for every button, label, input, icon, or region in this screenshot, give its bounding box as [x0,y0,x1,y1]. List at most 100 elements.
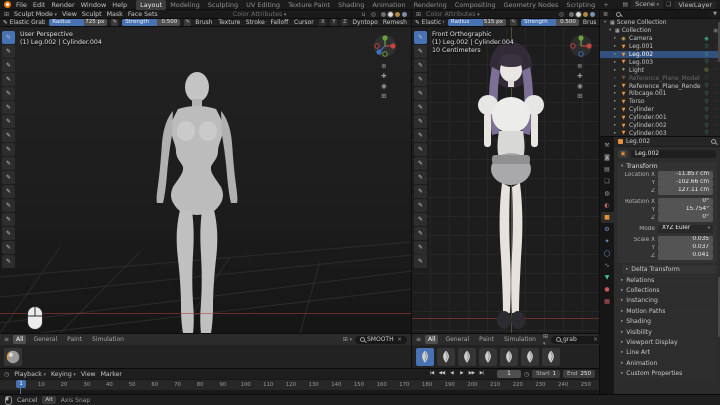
sculpt-tool-button[interactable] [414,129,427,142]
playback-button[interactable]: ▶▶ [467,370,476,378]
sculpt-tool-button[interactable] [414,115,427,128]
scene-selector[interactable]: Scene [631,0,664,9]
outliner-item[interactable]: ▸ Leg.003 ◦ [600,58,720,66]
sculpt-tool-button[interactable] [2,129,15,142]
brush-thumbnail[interactable] [437,348,455,366]
sculpt-tool-button[interactable] [2,87,15,100]
color-attributes-selector[interactable]: Color Attributes [426,11,480,18]
active-brush-selector[interactable]: Elastic Grab [415,19,444,26]
property-section-header[interactable]: ▸ Animation [617,358,717,368]
sculpt-tool-button[interactable] [2,185,15,198]
outliner-search-input[interactable] [611,10,711,18]
sculpt-tool-button[interactable] [2,199,15,212]
expand-icon[interactable]: ▸ [614,60,618,65]
falloff-menu[interactable]: Falloff [271,19,291,26]
playback-button[interactable]: ◀◀ [437,370,446,378]
brush-menu[interactable]: Brush [195,19,214,26]
shelf-tab[interactable]: Paint [476,335,497,344]
timeline-ruler[interactable]: 10 20 30 40 50 60 70 80 90 100 110 120 130 140 150 160 1… [0,379,599,390]
facesets-menu[interactable]: Face Sets [128,11,158,18]
playhead[interactable]: 1 [16,380,26,388]
keying-menu[interactable]: Keying [51,371,76,378]
solid-shading-icon[interactable] [387,10,394,18]
blender-logo-icon[interactable] [4,1,11,8]
sculpt-tool-button[interactable] [414,255,427,268]
sculpt-tool-button[interactable] [414,31,427,44]
sculpt-tool-button[interactable] [2,115,15,128]
shelf-menu-icon[interactable]: ≡ [416,336,421,343]
workspace-tab[interactable]: UV Editing [242,0,284,10]
property-section-header[interactable]: ▸ Delta Transform [622,265,717,275]
marker-menu[interactable]: Marker [101,371,122,378]
move-view-icon[interactable]: ✚ [381,73,386,80]
brush-search-input[interactable]: grab × [551,335,603,344]
render-visibility-icon[interactable]: ◦ [712,83,718,89]
radius-slider[interactable]: Radius 725 px [49,19,108,26]
object-dropdown-icon[interactable]: ▣ [618,150,628,158]
playback-button[interactable]: ▶ [457,370,466,378]
properties-tab[interactable]: ◍ [601,188,614,199]
clear-search-icon[interactable]: × [593,336,598,343]
brush-thumbnail[interactable] [416,348,434,366]
property-section-header[interactable]: ▸ Instancing [617,296,717,306]
solid-shading-icon[interactable] [575,10,582,18]
render-visibility-icon[interactable]: ◦ [712,67,718,73]
brush-thumbnail[interactable] [479,348,497,366]
properties-tab[interactable]: ∿ [601,260,614,271]
shelf-tab[interactable]: Simulation [501,335,539,344]
outliner-item[interactable]: ▸ Leg.001 ◦ [600,43,720,51]
rendered-shading-icon[interactable] [402,11,407,17]
outliner-item[interactable]: ▸ Reference_Plane_Render ◦ [600,82,720,90]
expand-icon[interactable]: ▸ [614,115,618,120]
value-field[interactable]: -11.857 cm [658,171,713,179]
value-field[interactable]: 0° [658,198,713,206]
editor-type-icon[interactable]: ≣ [603,11,608,18]
outliner-item[interactable]: ▸ Cylinder ◦ [600,106,720,114]
property-section-header[interactable]: ▸ Relations [617,275,717,285]
value-field[interactable]: XYZ Euler [658,225,713,233]
strength-edit-icon[interactable]: ✎ [184,19,192,26]
radius-slider[interactable]: Radius 515 px [447,19,506,26]
wireframe-shading-icon[interactable] [569,11,574,17]
outliner-item[interactable]: ▸ Cylinder.001 ◦ [600,114,720,122]
snap-icon[interactable]: ∪ [361,11,365,18]
properties-tab[interactable]: ⚙ [601,224,614,235]
workspace-tab[interactable]: + [599,0,612,10]
sculpt-tool-button[interactable] [2,143,15,156]
sculpt-tool-button[interactable] [2,157,15,170]
radius-edit-icon[interactable]: ✎ [509,19,517,26]
outliner-item[interactable]: ▸ Leg.002 ◦ [600,50,720,59]
zoom-icon[interactable]: ⊕ [577,63,582,70]
properties-tab[interactable]: ■ [600,212,614,223]
brush-menu[interactable]: Brush [583,19,596,26]
ortho-toggle-icon[interactable]: ⊞ [381,93,386,100]
strength-slider[interactable]: Strength 0.500 [520,19,579,26]
properties-tab[interactable]: ◐ [601,200,614,211]
workspace-tab[interactable]: Modeling [166,0,204,10]
ortho-toggle-icon[interactable]: ⊞ [577,93,582,100]
property-section-header[interactable]: ▸ Line Art [617,348,717,358]
viewport-left[interactable]: User Perspective (1) Leg.002 | Cylinder.… [0,27,412,333]
cursor-menu[interactable]: Cursor [294,19,315,26]
sculpt-tool-button[interactable] [414,101,427,114]
workspace-tab[interactable]: Layout [136,0,167,10]
render-visibility-icon[interactable]: ◦ [712,123,718,129]
end-frame-field[interactable]: End 250 [563,370,595,378]
expand-icon[interactable]: ▸ [614,91,618,96]
symmetry-y-button[interactable]: Y [330,19,338,26]
render-visibility-icon[interactable]: ◦ [712,99,718,105]
workspace-tab[interactable]: Sculpting [204,0,242,10]
mask-menu[interactable]: Mask [107,11,123,18]
workspace-tab[interactable]: Texture Paint [284,0,334,10]
radius-edit-icon[interactable]: ✎ [111,19,119,26]
clear-search-icon[interactable]: × [397,336,402,343]
editor-type-icon[interactable]: ⊞ [4,11,9,18]
sculpt-tool-button[interactable] [414,73,427,86]
outliner-root-row[interactable]: ▾ ▦ Scene Collection [600,19,720,27]
expand-icon[interactable]: ▸ [614,76,618,81]
playback-menu[interactable]: Playback [14,371,46,378]
properties-tab[interactable]: ✦ [601,236,614,247]
mode-selector[interactable]: Sculpt Mode [14,11,57,18]
shelf-menu-icon[interactable]: ≡ [4,336,9,343]
sculpt-tool-button[interactable] [414,241,427,254]
